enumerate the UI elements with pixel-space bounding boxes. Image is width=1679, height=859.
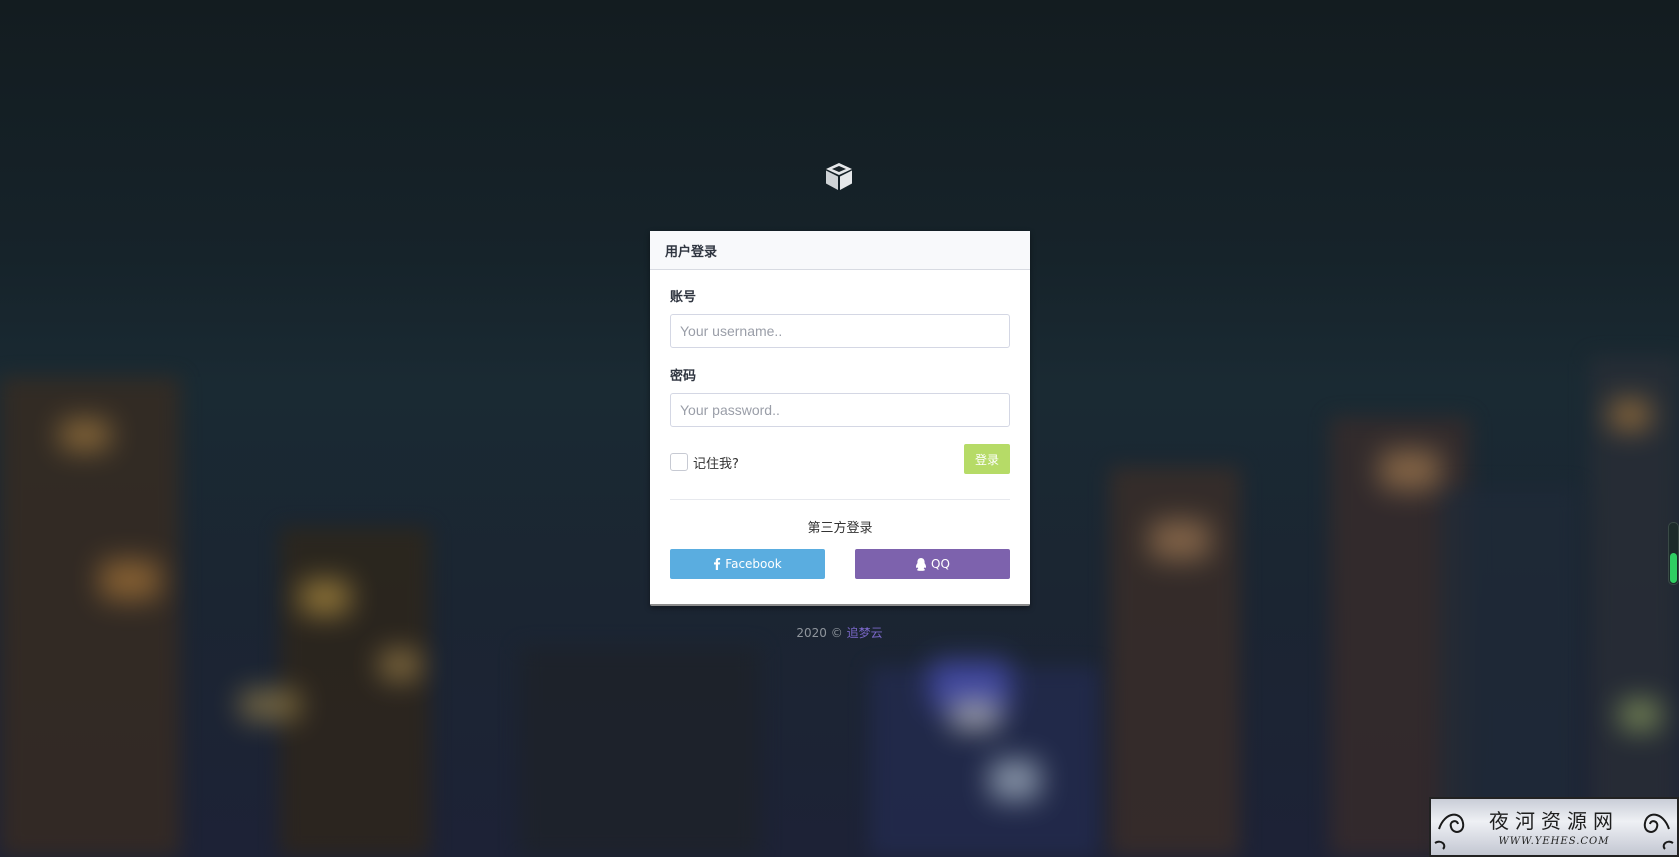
third-party-title: 第三方登录 bbox=[807, 521, 873, 536]
light-blur bbox=[1620, 700, 1660, 730]
facebook-login-button[interactable]: Facebook bbox=[670, 549, 825, 579]
light-blur bbox=[60, 420, 110, 450]
light-blur bbox=[1380, 450, 1440, 490]
username-input[interactable] bbox=[670, 314, 1010, 348]
facebook-icon bbox=[714, 558, 721, 570]
remember-checkbox[interactable] bbox=[670, 453, 688, 471]
building bbox=[1590, 357, 1679, 857]
password-label: 密码 bbox=[670, 369, 697, 384]
watermark-url: WWW.YEHES.COM bbox=[1499, 836, 1610, 847]
light-blur bbox=[240, 690, 300, 720]
light-blur bbox=[300, 580, 350, 615]
light-blur bbox=[1150, 520, 1210, 560]
login-button[interactable]: 登录 bbox=[964, 444, 1010, 474]
light-blur bbox=[100, 560, 160, 600]
card-title: 用户登录 bbox=[650, 231, 1030, 270]
remember-label: 记住我? bbox=[693, 456, 739, 472]
facebook-label: Facebook bbox=[725, 557, 782, 571]
username-label: 账号 bbox=[670, 290, 697, 305]
divider bbox=[670, 499, 1010, 500]
scrollbar[interactable] bbox=[1668, 522, 1679, 585]
watermark-logo: 夜河资源网 WWW.YEHES.COM bbox=[1429, 797, 1679, 857]
scrollbar-thumb[interactable] bbox=[1670, 553, 1677, 583]
social-login: Facebook QQ bbox=[670, 549, 1010, 579]
watermark-graphic: 夜河资源网 WWW.YEHES.COM bbox=[1434, 809, 1674, 850]
login-card: 用户登录 账号 密码 记住我? 登录 第三方登录 Facebook bbox=[650, 231, 1030, 606]
login-form: 账号 密码 记住我? 登录 第三方登录 Facebook Q bbox=[650, 270, 1030, 579]
light-blur bbox=[950, 700, 1000, 730]
watermark-title: 夜河资源网 bbox=[1489, 809, 1619, 833]
password-input[interactable] bbox=[670, 393, 1010, 427]
light-blur bbox=[380, 650, 420, 680]
remember-me[interactable]: 记住我? bbox=[670, 453, 739, 472]
qq-label: QQ bbox=[931, 557, 950, 571]
building bbox=[280, 527, 430, 857]
qq-login-button[interactable]: QQ bbox=[855, 549, 1010, 579]
light-blur bbox=[1610, 400, 1650, 430]
qq-penguin-icon bbox=[916, 557, 927, 571]
footer: 2020 © 追梦云 bbox=[0, 624, 1679, 641]
form-actions: 记住我? 登录 bbox=[670, 444, 1010, 474]
cube-icon bbox=[826, 163, 852, 190]
building bbox=[520, 647, 760, 857]
light-blur bbox=[990, 760, 1040, 800]
footer-link[interactable]: 追梦云 bbox=[847, 626, 883, 640]
copyright-text: 2020 © bbox=[796, 626, 847, 640]
